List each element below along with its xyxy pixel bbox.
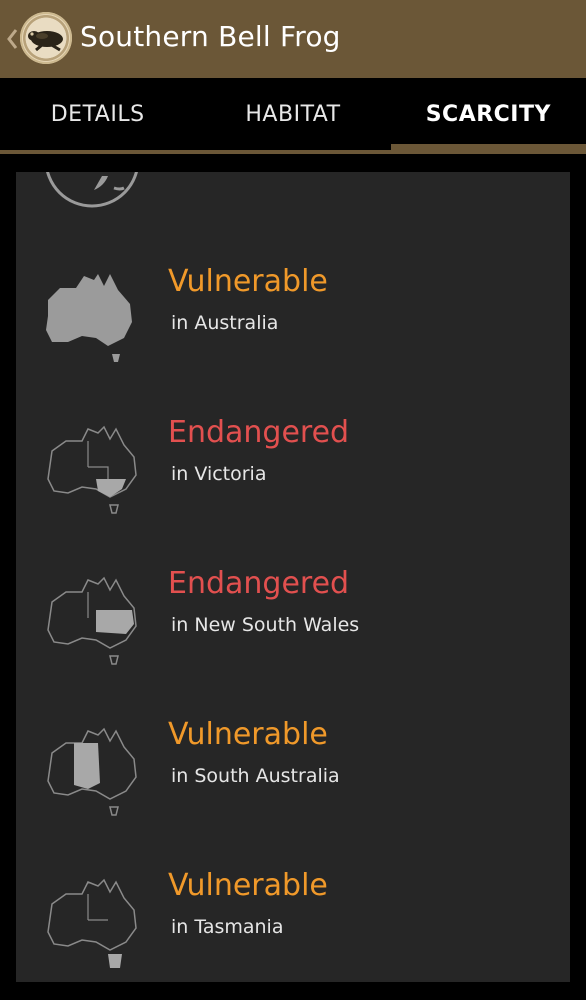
- victoria-map-icon: [47, 425, 137, 514]
- list-item[interactable]: Endangered in Victoria: [16, 401, 570, 541]
- list-item[interactable]: Vulnerable in South Australia: [16, 703, 570, 843]
- back-caret-icon[interactable]: [4, 24, 20, 54]
- status-label: Endangered: [168, 566, 350, 601]
- region-label: in Australia: [171, 312, 279, 334]
- status-label: Vulnerable: [168, 868, 328, 903]
- app-title: Southern Bell Frog: [80, 20, 341, 53]
- region-label: in Victoria: [171, 463, 267, 485]
- scarcity-list[interactable]: Vulnerable in Australia Endangered in Vi…: [16, 172, 570, 982]
- australia-map-icon: [46, 274, 132, 362]
- list-item[interactable]: Vulnerable in Australia: [16, 250, 570, 390]
- tab-scarcity[interactable]: SCARCITY: [390, 78, 586, 154]
- tasmania-map-icon: [47, 878, 137, 968]
- status-label: Endangered: [168, 415, 350, 450]
- region-label: in New South Wales: [171, 614, 360, 636]
- tab-bar: DETAILS HABITAT SCARCITY: [0, 78, 586, 154]
- tab-details[interactable]: DETAILS: [0, 78, 195, 150]
- region-label: in Tasmania: [171, 916, 284, 938]
- status-label: Vulnerable: [168, 264, 328, 299]
- action-bar: Southern Bell Frog: [0, 0, 586, 78]
- list-item[interactable]: Endangered in New South Wales: [16, 552, 570, 692]
- world-map-icon: [46, 172, 138, 208]
- south-australia-map-icon: [47, 727, 137, 816]
- nsw-map-icon: [47, 576, 137, 665]
- status-label: Vulnerable: [168, 717, 328, 752]
- list-item[interactable]: Vulnerable in Tasmania: [16, 854, 570, 982]
- region-label: in South Australia: [171, 765, 340, 787]
- tab-habitat[interactable]: HABITAT: [195, 78, 390, 150]
- frog-icon[interactable]: [20, 12, 72, 64]
